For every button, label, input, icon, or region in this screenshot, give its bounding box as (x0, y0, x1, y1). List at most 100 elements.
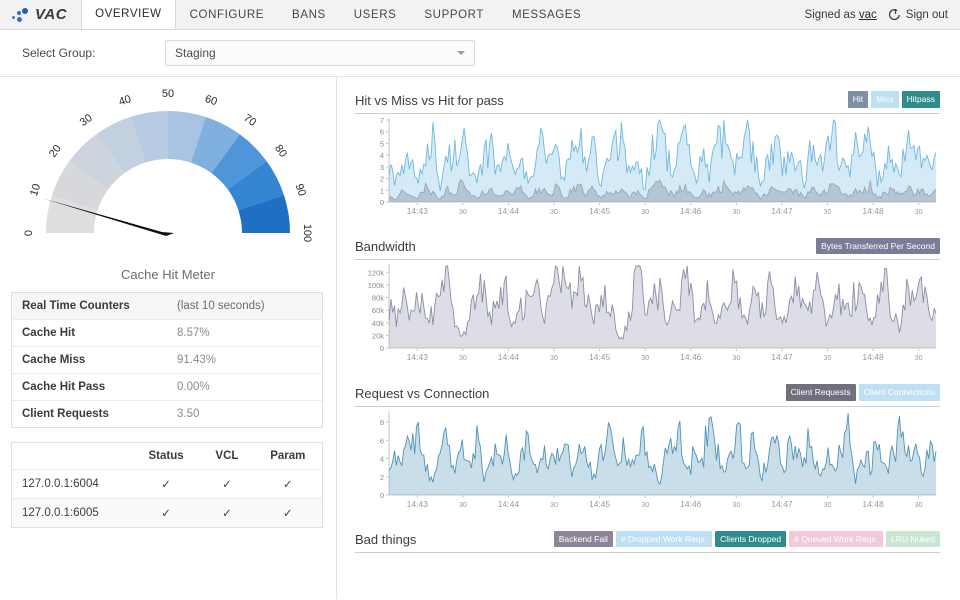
chart-legend: Bytes Transferred Per Second (816, 237, 940, 254)
chart-card-bad-things: Bad things Backend Fail # Dropped Work R… (355, 517, 940, 553)
sign-out-button[interactable]: Sign out (883, 8, 948, 21)
nav-tab-configure[interactable]: CONFIGURE (176, 0, 278, 29)
table-row: Cache Hit Pass 0.00% (12, 374, 322, 401)
brand-logo[interactable]: VAC (0, 0, 81, 29)
x-axis-tick-label: 30 (641, 355, 649, 362)
group-select-dropdown[interactable]: Staging (165, 40, 475, 66)
main-content: 0 10 20 30 40 50 60 70 80 90 100 Cache Hit Meter R… (0, 77, 960, 599)
check-icon: ✓ (131, 498, 201, 527)
y-axis-tick-label: 2 (380, 472, 384, 481)
x-axis-tick-label: 14:44 (498, 352, 520, 362)
x-axis-tick-label: 14:48 (862, 206, 884, 216)
legend-badge-client-connections[interactable]: Client Connections (858, 384, 940, 401)
y-axis-tick-label: 0 (380, 344, 384, 353)
chart-legend: Hit Miss Hitpass (847, 91, 940, 108)
chart-plot-hit-vs-miss[interactable]: 0 1 2 3 4 5 6 7 14:43 30 14:44 30 14:45 30 14:46 30 14:4… (355, 114, 940, 224)
table-row: 127.0.0.1:6005 ✓ ✓ ✓ (12, 498, 322, 527)
signed-as-user-link[interactable]: vac (859, 9, 877, 21)
nav-tab-messages[interactable]: MESSAGES (498, 0, 595, 29)
legend-badge-clients-dropped[interactable]: Clients Dropped (715, 530, 787, 547)
nav-tab-users[interactable]: USERS (340, 0, 411, 29)
legend-badge-client-requests[interactable]: Client Requests (785, 384, 856, 401)
x-axis-tick-label: 14:47 (771, 499, 793, 509)
x-axis-tick-label: 14:46 (680, 206, 702, 216)
x-axis-tick-label: 30 (732, 502, 740, 509)
x-axis-tick-label: 14:45 (589, 352, 611, 362)
gauge-svg: 0 10 20 30 40 50 60 70 80 90 100 (23, 88, 313, 242)
x-axis-tick-label: 14:45 (589, 206, 611, 216)
gauge-tick-label: 50 (162, 88, 174, 100)
chart-body[interactable]: 0 1 2 3 4 5 6 7 14:43 30 14:44 30 14:45 30 14:46 30 14:4… (355, 114, 940, 224)
counters-header-row: Real Time Counters (last 10 seconds) (12, 293, 322, 320)
x-axis-tick-label: 30 (459, 209, 467, 216)
chart-body[interactable]: 0 2 4 6 8 14:43 30 14:44 30 14:45 30 14:46 30 14:47 30… (355, 407, 940, 517)
brand-name: VAC (35, 6, 68, 23)
legend-badge-backend-fail[interactable]: Backend Fail (553, 530, 613, 547)
legend-badge-hitpass[interactable]: Hitpass (901, 91, 940, 108)
cache-hit-gauge: 0 10 20 30 40 50 60 70 80 90 100 Cache Hit Meter (0, 83, 336, 282)
status-col-address (12, 443, 132, 470)
signed-as-text: Signed as vac (805, 9, 877, 21)
y-axis-tick-label: 0 (380, 491, 384, 500)
chart-plot-request-vs-connection[interactable]: 0 2 4 6 8 14:43 30 14:44 30 14:45 30 14:46 30 14:47 30… (355, 407, 940, 517)
sign-out-label: Sign out (905, 8, 948, 21)
table-row: Cache Hit 8.57% (12, 320, 322, 347)
vac-dots-logo-icon (12, 7, 30, 22)
gauge-tick-label: 80 (272, 143, 289, 160)
x-axis-tick-label: 14:46 (680, 352, 702, 362)
sign-out-icon (888, 8, 902, 21)
gauge-tick-label: 0 (23, 230, 35, 236)
y-axis-tick-label: 8 (380, 418, 384, 427)
x-axis-tick-label: 14:45 (589, 499, 611, 509)
real-time-counters-panel: Real Time Counters (last 10 seconds) Cac… (11, 292, 323, 428)
chart-body[interactable]: 0 20k 40k 60k 80k 100k 120k 14:43 30 14:44 30 14:45… (355, 260, 940, 370)
gauge-tick-label: 20 (47, 143, 64, 160)
group-select-bar: Select Group: Staging (0, 30, 960, 77)
legend-badge-miss[interactable]: Miss (871, 91, 899, 108)
chart-card-request-vs-connection: Request vs Connection Client Requests Cl… (355, 370, 940, 517)
y-axis-tick-label: 4 (380, 454, 384, 463)
y-axis-tick-label: 3 (380, 162, 384, 171)
y-axis-tick-label: 5 (380, 139, 384, 148)
counter-value-cache-hit-pass: 0.00% (177, 381, 210, 393)
chart-legend: Client Requests Client Connections (785, 384, 940, 401)
x-axis-tick-label: 30 (550, 209, 558, 216)
x-axis-tick-label: 30 (824, 209, 832, 216)
chart-plot-bandwidth[interactable]: 0 20k 40k 60k 80k 100k 120k 14:43 30 14:44 30 14:45… (355, 260, 940, 370)
backend-status-panel: Status VCL Param 127.0.0.1:6004 ✓ ✓ ✓ 12… (11, 442, 323, 528)
y-axis-tick-label: 100k (368, 281, 385, 290)
status-col-status: Status (148, 450, 184, 462)
check-icon: ✓ (282, 479, 293, 491)
nav-tab-bans[interactable]: BANS (278, 0, 340, 29)
table-row: Client Requests 3.50 (12, 401, 322, 428)
x-axis-tick-label: 30 (732, 209, 740, 216)
chart-area-0 (389, 412, 936, 495)
x-axis-tick-label: 30 (550, 502, 558, 509)
legend-badge-queued-work-reqs[interactable]: # Queued Work Reqs. (789, 530, 884, 547)
y-axis-tick-label: 1 (380, 186, 384, 195)
legend-badge-dropped-work-reqs[interactable]: # Dropped Work Reqs. (615, 530, 713, 547)
legend-badge-bytes-transferred[interactable]: Bytes Transferred Per Second (816, 237, 940, 254)
x-axis-tick-label: 30 (824, 355, 832, 362)
nav-tab-overview[interactable]: OVERVIEW (81, 0, 176, 29)
check-icon: ✓ (253, 498, 322, 527)
counter-label-cache-hit: Cache Hit (22, 327, 76, 339)
nav-right-group: Signed as vac Sign out (805, 0, 960, 29)
check-icon: ✓ (161, 479, 171, 491)
x-axis-tick-label: 30 (641, 209, 649, 216)
legend-badge-lru-nuked[interactable]: LRU Nuked (886, 530, 940, 547)
legend-badge-hit[interactable]: Hit (847, 91, 869, 108)
status-row-address: 127.0.0.1:6004 (22, 478, 99, 490)
nav-tab-support[interactable]: SUPPORT (410, 0, 498, 29)
left-column: 0 10 20 30 40 50 60 70 80 90 100 Cache Hit Meter R… (0, 77, 337, 599)
chart-header: Hit vs Miss vs Hit for pass Hit Miss Hit… (355, 91, 940, 114)
x-axis-tick-label: 30 (915, 355, 923, 362)
y-axis-tick-label: 4 (380, 151, 384, 160)
x-axis-tick-label: 14:46 (680, 499, 702, 509)
chart-title-bad-things: Bad things (355, 532, 417, 547)
gauge-tick-label: 90 (293, 182, 308, 197)
gauge-tick-label: 100 (301, 224, 313, 242)
x-axis-tick-label: 30 (459, 355, 467, 362)
chart-title-bandwidth: Bandwidth (355, 239, 416, 254)
y-axis-tick-label: 6 (380, 436, 384, 445)
